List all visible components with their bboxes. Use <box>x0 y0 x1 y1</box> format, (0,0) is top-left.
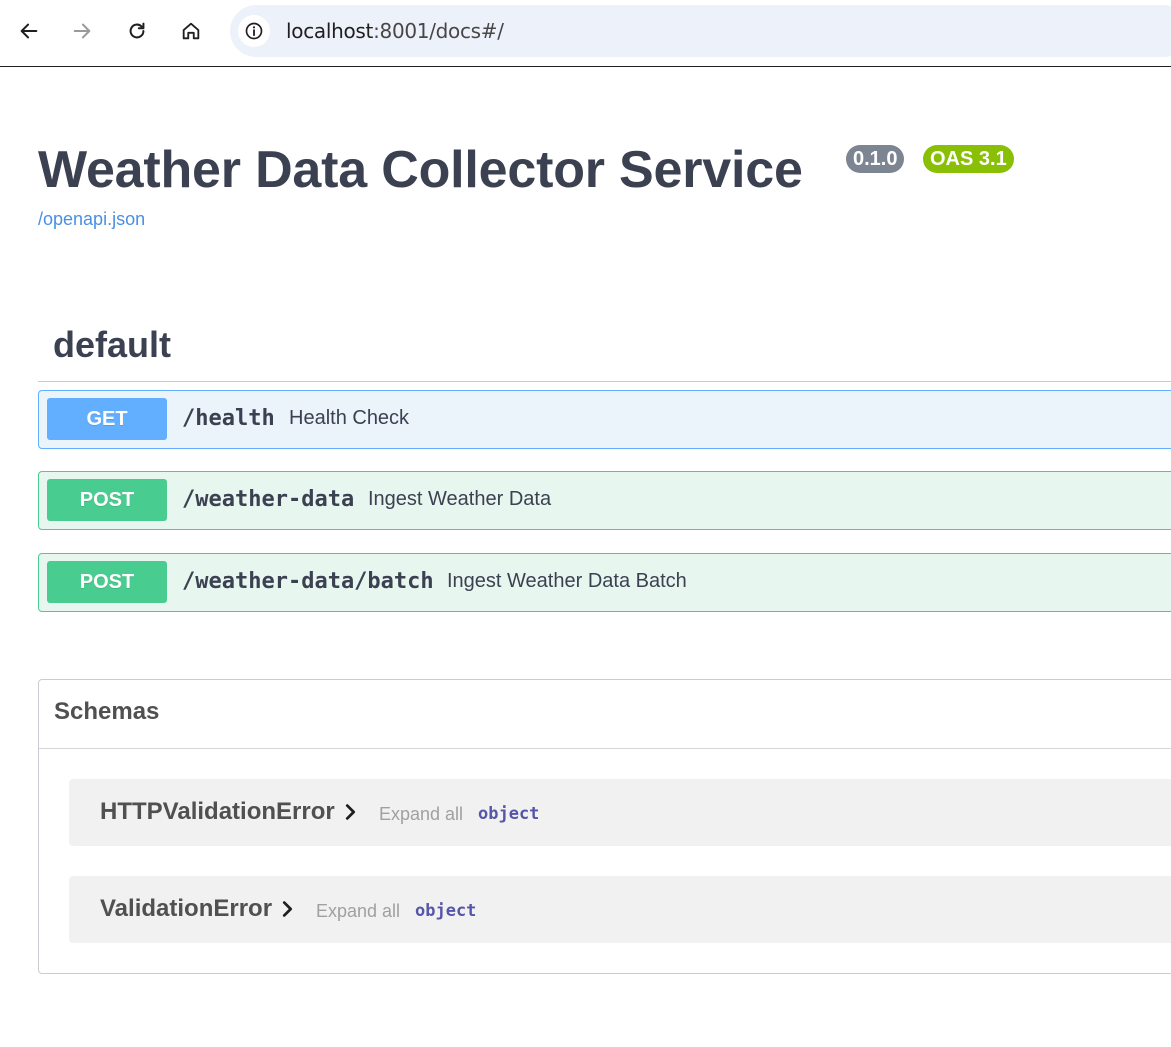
schema-row-httpvalidationerror[interactable]: HTTPValidationError Expand all object <box>69 779 1171 846</box>
operation-path: /weather-data <box>182 487 355 512</box>
operation-post-weather-data-batch[interactable]: POST /weather-data/batch Ingest Weather … <box>38 553 1171 612</box>
operation-path: /health <box>182 406 275 431</box>
schemas-header[interactable]: Schemas <box>39 680 1171 749</box>
browser-toolbar: localhost:8001/docs#/ <box>0 0 1171 67</box>
openapi-json-link[interactable]: /openapi.json <box>38 209 145 230</box>
schema-name[interactable]: HTTPValidationError <box>100 798 335 826</box>
url-host: localhost <box>286 19 374 43</box>
chevron-right-icon[interactable] <box>276 898 298 920</box>
operation-summary: Health Check <box>289 407 410 429</box>
reload-button[interactable] <box>119 13 155 49</box>
url-text[interactable]: localhost:8001/docs#/ <box>286 19 504 43</box>
forward-button[interactable] <box>64 13 100 49</box>
expand-all-button[interactable]: Expand all <box>316 901 400 922</box>
page-title: Weather Data Collector Service <box>38 141 803 199</box>
tag-section-header[interactable]: default <box>38 310 1171 382</box>
back-arrow-icon <box>20 23 38 39</box>
method-badge: POST <box>47 479 167 521</box>
expand-all-button[interactable]: Expand all <box>379 804 463 825</box>
schemas-section: Schemas HTTPValidationError Expand all o… <box>38 679 1171 974</box>
schema-type: object <box>478 804 540 824</box>
schema-name[interactable]: ValidationError <box>100 895 272 923</box>
info-icon <box>245 22 263 40</box>
method-badge: GET <box>47 398 167 440</box>
site-info-button[interactable] <box>238 15 270 47</box>
address-bar[interactable]: localhost:8001/docs#/ <box>230 5 1171 57</box>
schema-row-validationerror[interactable]: ValidationError Expand all object <box>69 876 1171 943</box>
oas-badge: OAS 3.1 <box>923 145 1014 173</box>
chevron-right-icon[interactable] <box>339 801 361 823</box>
operation-summary: Ingest Weather Data Batch <box>447 570 687 592</box>
method-badge: POST <box>47 561 167 603</box>
schema-type: object <box>415 901 477 921</box>
reload-icon <box>129 22 145 39</box>
forward-arrow-icon <box>73 23 91 39</box>
operation-get-health[interactable]: GET /health Health Check <box>38 390 1171 449</box>
url-path: :8001/docs#/ <box>373 19 504 43</box>
back-button[interactable] <box>11 13 47 49</box>
tag-title: default <box>53 324 172 365</box>
operation-path: /weather-data/batch <box>182 569 434 594</box>
home-icon <box>182 22 200 40</box>
schemas-title: Schemas <box>54 698 160 725</box>
operation-post-weather-data[interactable]: POST /weather-data Ingest Weather Data <box>38 471 1171 530</box>
version-badge: 0.1.0 <box>846 145 905 173</box>
home-button[interactable] <box>173 13 209 49</box>
operation-summary: Ingest Weather Data <box>368 488 552 510</box>
